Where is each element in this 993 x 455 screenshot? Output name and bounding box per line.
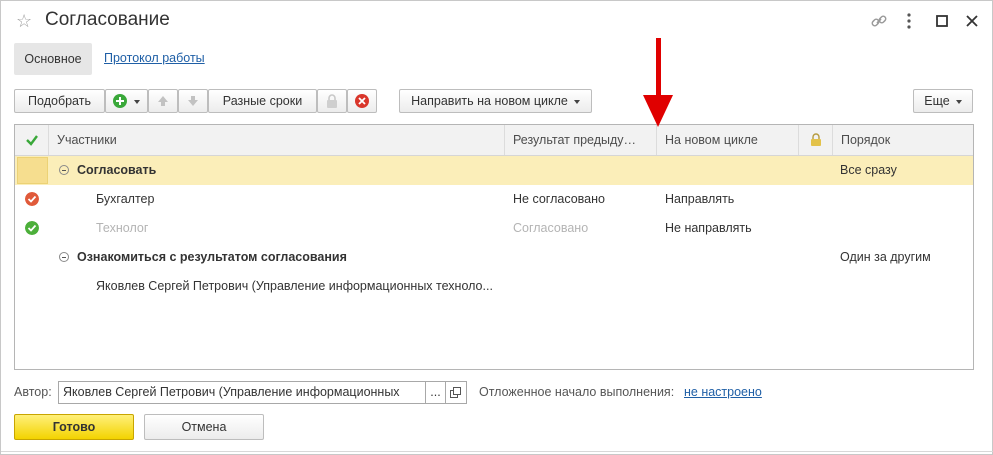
divider: [1, 451, 993, 452]
more-vertical-icon[interactable]: [899, 11, 919, 31]
author-field[interactable]: Яковлев Сергей Петрович (Управление инфо…: [58, 381, 426, 404]
header-check[interactable]: [15, 125, 49, 155]
chevron-down-icon: [955, 99, 962, 104]
send-new-cycle-button[interactable]: Направить на новом цикле: [399, 89, 592, 113]
delete-button[interactable]: [347, 89, 377, 113]
arrow-up-icon: [158, 96, 168, 106]
row-order: Все сразу: [840, 163, 897, 177]
table-header: Участники Результат предыду… На новом ци…: [15, 125, 973, 156]
table-row[interactable]: Согласовать Все сразу: [15, 156, 973, 185]
lock-icon: [327, 94, 337, 108]
open-window-icon: [450, 387, 461, 398]
pick-button[interactable]: Подобрать: [14, 89, 105, 113]
tab-work-log[interactable]: Протокол работы: [104, 51, 205, 65]
more-label: Еще: [924, 94, 950, 108]
move-up-button[interactable]: [148, 89, 178, 113]
table-row[interactable]: Яковлев Сергей Петрович (Управление инфо…: [15, 272, 973, 301]
cancel-button[interactable]: Отмена: [144, 414, 264, 440]
collapse-icon[interactable]: [59, 252, 69, 262]
header-new-cycle[interactable]: На новом цикле: [657, 125, 799, 155]
move-down-button[interactable]: [178, 89, 208, 113]
annotation-arrow-shaft: [656, 38, 661, 98]
row-result: Согласовано: [513, 221, 589, 235]
rejected-status-icon: [25, 192, 39, 206]
different-terms-button[interactable]: Разные сроки: [208, 89, 317, 113]
done-button[interactable]: Готово: [14, 414, 134, 440]
participants-table: Участники Результат предыду… На новом ци…: [14, 124, 974, 370]
approved-status-icon: [25, 221, 39, 235]
annotation-arrow-icon: [643, 95, 673, 127]
more-button[interactable]: Еще: [913, 89, 973, 113]
row-name: Бухгалтер: [96, 192, 155, 206]
row-selector: [17, 157, 48, 184]
delayed-start-link[interactable]: не настроено: [684, 385, 762, 399]
maximize-icon[interactable]: [932, 11, 952, 31]
chevron-down-icon: [134, 100, 140, 104]
header-prev-result[interactable]: Результат предыду…: [505, 125, 657, 155]
row-cycle: Направлять: [665, 192, 735, 206]
row-name: Яковлев Сергей Петрович (Управление инфо…: [96, 279, 493, 293]
lock-icon: [811, 133, 821, 146]
header-participants[interactable]: Участники: [49, 125, 505, 155]
arrow-down-icon: [188, 96, 198, 106]
favorite-star-icon[interactable]: ☆: [16, 11, 36, 31]
header-lock[interactable]: [799, 125, 833, 155]
row-name: Согласовать: [77, 163, 157, 177]
checkmark-icon: [26, 135, 38, 146]
delete-x-icon: [355, 94, 369, 108]
tab-main[interactable]: Основное: [14, 43, 92, 75]
table-row[interactable]: Бухгалтер Не согласовано Направлять: [15, 185, 973, 214]
close-icon[interactable]: [962, 11, 982, 31]
send-new-cycle-label: Направить на новом цикле: [411, 94, 568, 108]
row-name: Технолог: [96, 221, 149, 235]
author-select-button[interactable]: ...: [426, 381, 446, 404]
link-icon[interactable]: [869, 11, 889, 31]
author-value: Яковлев Сергей Петрович (Управление инфо…: [63, 385, 400, 399]
author-label: Автор:: [14, 385, 52, 399]
approval-window: ☆ Согласование Основное Протокол работы …: [0, 0, 993, 455]
delayed-start-label: Отложенное начало выполнения:: [479, 385, 675, 399]
table-row[interactable]: Ознакомиться с результатом согласования …: [15, 243, 973, 272]
collapse-icon[interactable]: [59, 165, 69, 175]
table-row[interactable]: Технолог Согласовано Не направлять: [15, 214, 973, 243]
chevron-down-icon: [573, 99, 580, 104]
row-cycle: Не направлять: [665, 221, 752, 235]
window-title: Согласование: [45, 9, 170, 30]
add-circle-icon: [113, 94, 127, 108]
row-result: Не согласовано: [513, 192, 605, 206]
row-name: Ознакомиться с результатом согласования: [77, 250, 347, 264]
add-button[interactable]: [105, 89, 148, 113]
author-open-button[interactable]: [446, 381, 467, 404]
row-order: Один за другим: [840, 250, 931, 264]
lock-button[interactable]: [317, 89, 347, 113]
header-order[interactable]: Порядок: [833, 125, 973, 155]
